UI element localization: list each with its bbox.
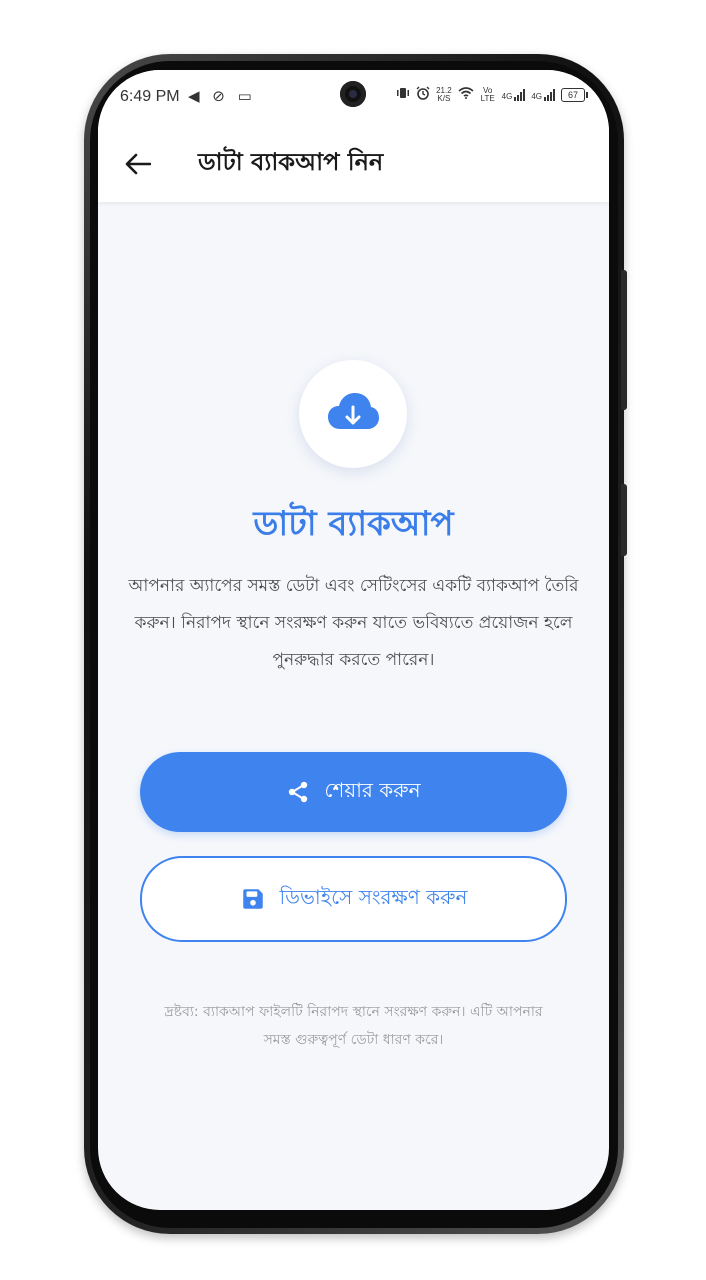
app-bar: ডাটা ব্যাকআপ নিন bbox=[98, 126, 609, 202]
back-button[interactable] bbox=[116, 142, 160, 186]
save-icon bbox=[242, 889, 263, 909]
signal-icon-1: 4G bbox=[501, 88, 526, 101]
page-title: ডাটা ব্যাকআপ নিন bbox=[198, 148, 384, 176]
wifi-icon bbox=[458, 87, 474, 102]
description-text: আপনার অ্যাপের সমস্ত ডেটা এবং সেটিংসের এক… bbox=[128, 576, 579, 670]
signal-icon-2: 4G bbox=[531, 88, 555, 101]
phone-screen: 6:49 PM ◀ ⊘ ▭ 21.2 K/S Vo LTE 4G 4G 67 ড… bbox=[98, 70, 609, 1210]
share-button[interactable]: শেয়ার করুন bbox=[140, 752, 567, 832]
share-button-label: শেয়ার করুন bbox=[324, 777, 421, 802]
cloud-download-icon bbox=[328, 393, 379, 429]
battery-icon: 67 bbox=[561, 87, 588, 102]
net-type-1: 4G bbox=[501, 91, 513, 101]
status-bar: 6:49 PM ◀ ⊘ ▭ 21.2 K/S Vo LTE 4G 4G 67 bbox=[98, 70, 609, 126]
save-button-label: ডিভাইসে সংরক্ষণ করুন bbox=[279, 884, 468, 909]
volume-button bbox=[621, 270, 627, 410]
vibrate-icon bbox=[396, 87, 410, 102]
alarm-icon bbox=[416, 86, 430, 103]
note-text: দ্রষ্টব্য: ব্যাকআপ ফাইলটি নিরাপদ স্থানে … bbox=[164, 1004, 543, 1048]
arrow-left-icon bbox=[125, 153, 151, 175]
status-notification-icons: ◀ ⊘ ▭ bbox=[188, 87, 256, 105]
volte-label: Vo LTE bbox=[480, 85, 495, 103]
net-type-2: 4G bbox=[531, 91, 542, 101]
status-right-icons: 21.2 K/S Vo LTE 4G 4G 67 bbox=[396, 85, 588, 103]
net-speed-unit: K/S bbox=[437, 93, 451, 103]
status-time: 6:49 PM bbox=[120, 88, 180, 105]
net-speed: 21.2 K/S bbox=[436, 86, 452, 103]
save-to-device-button[interactable]: ডিভাইসে সংরক্ষণ করুন bbox=[140, 856, 567, 942]
power-button bbox=[621, 484, 627, 556]
front-camera bbox=[340, 81, 366, 107]
hero-icon-circle bbox=[299, 360, 407, 468]
share-icon bbox=[289, 781, 308, 803]
hero-title: ডাটা ব্যাকআপ bbox=[253, 504, 454, 544]
screenshot-stage: 6:49 PM ◀ ⊘ ▭ 21.2 K/S Vo LTE 4G 4G 67 ড… bbox=[0, 0, 706, 1280]
